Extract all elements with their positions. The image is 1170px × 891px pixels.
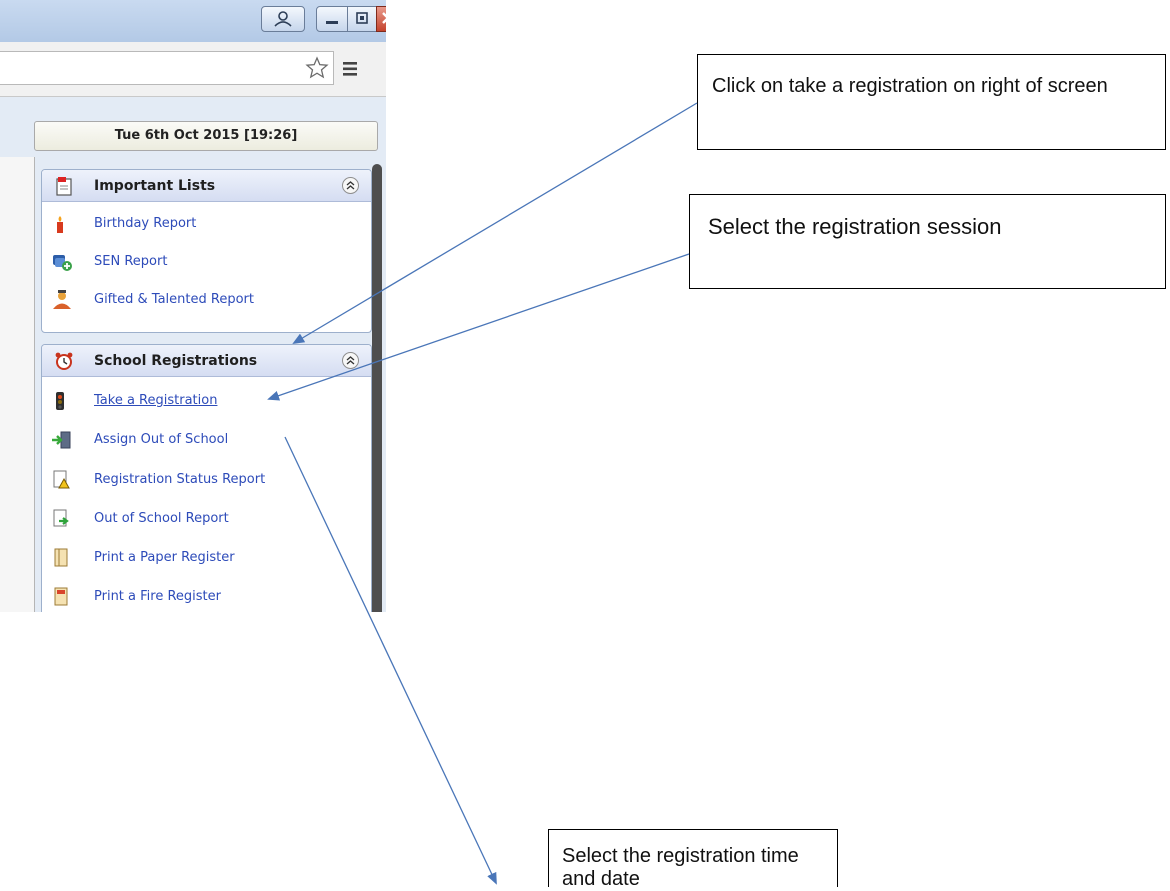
clipboard-icon: [56, 177, 72, 196]
date-time-display: Tue 6th Oct 2015 [19:26]: [34, 121, 378, 151]
address-bar[interactable]: [0, 51, 334, 85]
school-registrations-panel: School Registrations Take a Registration…: [41, 344, 372, 612]
list-item-assign-out-of-school[interactable]: Assign Out of School: [42, 429, 362, 451]
alarm-clock-icon: [55, 352, 73, 370]
panel-header[interactable]: Important Lists: [42, 170, 371, 202]
panel-title: School Registrations: [94, 353, 258, 369]
list-item-birthday-report[interactable]: Birthday Report: [42, 213, 362, 235]
chevron-double-up-icon: [346, 356, 355, 365]
list-item-registration-status-report[interactable]: Registration Status Report: [42, 469, 362, 491]
green-arrow-document-icon: [53, 509, 69, 527]
screenshot-crop: Tue 6th Oct 2015 [19:26] Important Lists…: [0, 0, 386, 612]
callout-select-time-date: Select the registration time and date: [548, 829, 838, 890]
item-label: Take a Registration: [94, 393, 218, 408]
item-label: Print a Fire Register: [94, 589, 221, 604]
student-icon: [53, 290, 71, 309]
fire-register-icon: [54, 587, 68, 606]
item-label: Out of School Report: [94, 511, 229, 526]
user-account-button[interactable]: [261, 6, 305, 32]
collapse-button[interactable]: [342, 352, 359, 369]
list-item-sen-report[interactable]: SEN Report: [42, 251, 362, 273]
panel-title: Important Lists: [94, 178, 216, 194]
list-item-out-of-school-report[interactable]: Out of School Report: [42, 508, 362, 530]
list-item-take-a-registration[interactable]: Take a Registration: [42, 390, 362, 412]
important-lists-panel: Important Lists Birthday Report SEN Repo…: [41, 169, 372, 333]
chevron-double-up-icon: [346, 181, 355, 190]
item-label: Birthday Report: [94, 216, 197, 231]
register-book-icon: [54, 548, 68, 567]
list-item-print-a-fire-register[interactable]: Print a Fire Register: [42, 586, 362, 608]
browser-toolbar: [0, 42, 386, 97]
item-label: Registration Status Report: [94, 472, 266, 487]
callout-select-session: Select the registration session: [689, 194, 1166, 289]
main-content-edge: [0, 157, 35, 612]
close-icon: [382, 12, 386, 24]
warning-document-icon: [53, 470, 70, 489]
star-icon[interactable]: [305, 56, 329, 80]
close-window-button[interactable]: [376, 6, 386, 32]
hamburger-menu-icon[interactable]: [343, 61, 359, 77]
item-label: Print a Paper Register: [94, 550, 235, 565]
user-icon: [274, 11, 292, 27]
minimize-button[interactable]: [316, 6, 348, 32]
users-plus-icon: [53, 255, 72, 271]
panel-header[interactable]: School Registrations: [42, 345, 371, 377]
callout-take-registration: Click on take a registration on right of…: [697, 54, 1166, 150]
app-content: Tue 6th Oct 2015 [19:26] Important Lists…: [0, 97, 386, 612]
vertical-scrollbar[interactable]: [372, 164, 382, 612]
restore-icon: [356, 12, 368, 24]
list-item-gifted-talented-report[interactable]: Gifted & Talented Report: [42, 289, 362, 311]
item-label: Assign Out of School: [94, 432, 229, 447]
exit-door-icon: [52, 431, 71, 449]
item-label: Gifted & Talented Report: [94, 292, 254, 307]
list-item-print-a-paper-register[interactable]: Print a Paper Register: [42, 547, 362, 569]
minimize-icon: [326, 21, 338, 24]
traffic-light-icon: [56, 392, 64, 410]
restore-button[interactable]: [347, 6, 377, 32]
item-label: SEN Report: [94, 254, 168, 269]
candle-icon: [57, 216, 63, 233]
collapse-button[interactable]: [342, 177, 359, 194]
window-titlebar: [0, 0, 386, 42]
